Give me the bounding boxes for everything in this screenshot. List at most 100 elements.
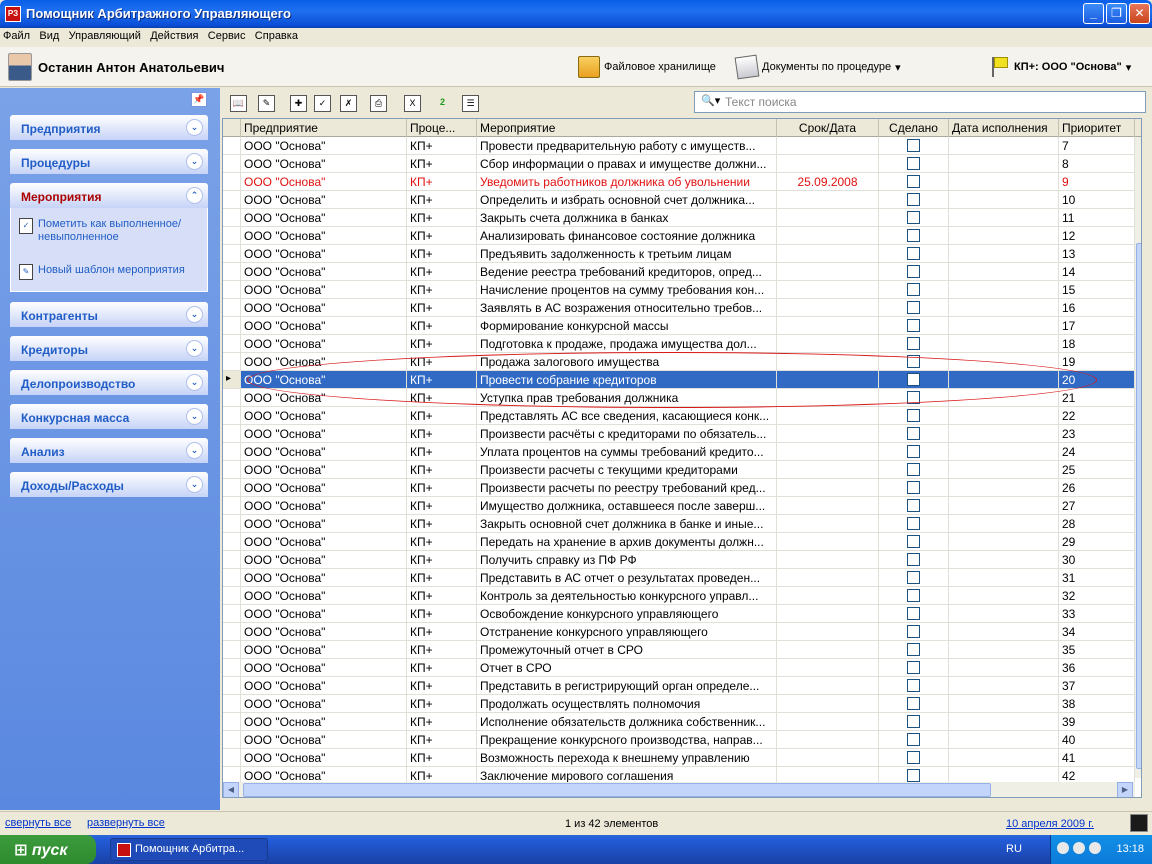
done-checkbox[interactable] (907, 607, 920, 620)
row-indicator[interactable] (223, 605, 241, 623)
scroll-right-icon[interactable]: ▶ (1117, 782, 1133, 797)
table-row[interactable]: ООО "Основа" КП+ Произвести расчеты по рее… (223, 479, 1141, 497)
done-checkbox[interactable] (907, 139, 920, 152)
chevron-down-icon[interactable]: ⌄ (186, 374, 203, 391)
table-row[interactable]: ООО "Основа" КП+ Подготовка к продаже, про… (223, 335, 1141, 353)
nav-group-counterparties[interactable]: Контрагенты ⌄ (10, 302, 208, 327)
menu-manager[interactable]: Управляющий (66, 28, 144, 44)
done-checkbox[interactable] (907, 319, 920, 332)
done-checkbox[interactable] (907, 175, 920, 188)
row-indicator[interactable] (223, 479, 241, 497)
nav-group-events[interactable]: Мероприятия ⌃ (10, 183, 208, 208)
table-row[interactable]: ООО "Основа" КП+ Провести предварительную … (223, 137, 1141, 155)
table-row[interactable]: ООО "Основа" КП+ Отчет в СРО 36 (223, 659, 1141, 677)
done-checkbox[interactable] (907, 535, 920, 548)
table-row[interactable]: ООО "Основа" КП+ Предъявить задолженность … (223, 245, 1141, 263)
table-row[interactable]: ООО "Основа" КП+ Уплата процентов на суммы… (223, 443, 1141, 461)
nav-group-creditors[interactable]: Кредиторы ⌄ (10, 336, 208, 361)
done-checkbox[interactable] (907, 373, 920, 386)
mark-done-link[interactable]: ✓ Пометить как выполненное/невыполненное (19, 218, 188, 244)
done-checkbox[interactable] (907, 409, 920, 422)
done-checkbox[interactable] (907, 679, 920, 692)
vertical-scrollbar[interactable] (1135, 137, 1141, 778)
row-indicator[interactable] (223, 731, 241, 749)
done-checkbox[interactable] (907, 445, 920, 458)
table-row[interactable]: ООО "Основа" КП+ Продолжать осуществлять п… (223, 695, 1141, 713)
table-row[interactable]: ООО "Основа" КП+ Представить в регистрирую… (223, 677, 1141, 695)
columns-icon[interactable]: ☰ (462, 95, 479, 112)
table-row[interactable]: ООО "Основа" КП+ Определить и избрать осно… (223, 191, 1141, 209)
row-indicator[interactable] (223, 245, 241, 263)
delete-item-icon[interactable]: ✗ (340, 95, 357, 112)
column-header-priority[interactable]: Приоритет (1059, 119, 1135, 137)
table-row[interactable]: ООО "Основа" КП+ Заявлять в АС возражения … (223, 299, 1141, 317)
row-indicator[interactable] (223, 137, 241, 155)
chevron-down-icon[interactable]: ⌄ (186, 408, 203, 425)
chevron-down-icon[interactable]: ⌄ (186, 476, 203, 493)
table-row[interactable]: ООО "Основа" КП+ Произвести расчеты с теку… (223, 461, 1141, 479)
mark-done-icon[interactable]: ✓ (314, 95, 331, 112)
row-indicator[interactable] (223, 713, 241, 731)
row-indicator[interactable] (223, 227, 241, 245)
volume-icon[interactable] (1073, 842, 1085, 854)
taskbar-app-button[interactable]: Помощник Арбитра... (110, 838, 268, 861)
table-row[interactable]: ООО "Основа" КП+ Произвести расчёты с кред… (223, 425, 1141, 443)
file-storage-button[interactable]: Файловое хранилище (578, 55, 716, 79)
table-row[interactable]: ООО "Основа" КП+ Анализировать финансовое … (223, 227, 1141, 245)
done-checkbox[interactable] (907, 301, 920, 314)
row-indicator[interactable] (223, 335, 241, 353)
row-indicator[interactable] (223, 515, 241, 533)
column-header-procedure[interactable]: Проце... (407, 119, 477, 137)
nav-group-records[interactable]: Делопроизводство ⌄ (10, 370, 208, 395)
table-row[interactable]: ООО "Основа" КП+ Получить справку из ПФ РФ… (223, 551, 1141, 569)
security-icon[interactable] (1089, 842, 1101, 854)
collapse-all-link[interactable]: свернуть все (5, 817, 71, 829)
nav-group-estate[interactable]: Конкурсная масса ⌄ (10, 404, 208, 429)
row-indicator[interactable] (223, 209, 241, 227)
done-checkbox[interactable] (907, 697, 920, 710)
done-checkbox[interactable] (907, 499, 920, 512)
row-indicator[interactable] (223, 389, 241, 407)
row-indicator[interactable] (223, 461, 241, 479)
row-indicator[interactable] (223, 587, 241, 605)
column-header-completion-date[interactable]: Дата исполнения (949, 119, 1059, 137)
done-checkbox[interactable] (907, 391, 920, 404)
edit-document-icon[interactable]: ✎ (258, 95, 275, 112)
done-checkbox[interactable] (907, 247, 920, 260)
search-icon[interactable]: 🔍▾ (701, 94, 720, 107)
done-checkbox[interactable] (907, 211, 920, 224)
table-row[interactable]: ООО "Основа" КП+ Имущество должника, остав… (223, 497, 1141, 515)
row-indicator[interactable] (223, 155, 241, 173)
refresh-icon[interactable]: 2 (434, 95, 451, 112)
menu-help[interactable]: Справка (252, 28, 301, 44)
row-indicator[interactable] (223, 695, 241, 713)
new-template-link[interactable]: ✎ Новый шаблон мероприятия (19, 264, 185, 280)
current-date[interactable]: 10 апреля 2009 г. (1006, 818, 1094, 830)
column-header-event[interactable]: Мероприятие (477, 119, 777, 137)
row-indicator[interactable] (223, 569, 241, 587)
table-row[interactable]: ООО "Основа" КП+ Представить в АС отчет о … (223, 569, 1141, 587)
done-checkbox[interactable] (907, 265, 920, 278)
row-indicator[interactable] (223, 677, 241, 695)
row-indicator[interactable] (223, 173, 241, 191)
table-row[interactable]: ООО "Основа" КП+ Отстранение конкурсного у… (223, 623, 1141, 641)
done-checkbox[interactable] (907, 589, 920, 602)
documents-button[interactable]: Документы по процедуре ▾ (734, 54, 901, 80)
open-book-icon[interactable]: 📖 (230, 95, 247, 112)
done-checkbox[interactable] (907, 229, 920, 242)
table-row[interactable]: ООО "Основа" КП+ Продажа залогового имущес… (223, 353, 1141, 371)
done-checkbox[interactable] (907, 661, 920, 674)
horizontal-scroll-thumb[interactable] (243, 783, 991, 797)
table-row[interactable]: ООО "Основа" КП+ Уведомить работников долж… (223, 173, 1141, 191)
print-icon[interactable]: ⎙ (370, 95, 387, 112)
nav-group-analysis[interactable]: Анализ ⌄ (10, 438, 208, 463)
chevron-down-icon[interactable]: ⌄ (186, 119, 203, 136)
table-row[interactable]: ООО "Основа" КП+ Исполнение обязательств д… (223, 713, 1141, 731)
done-checkbox[interactable] (907, 157, 920, 170)
done-checkbox[interactable] (907, 337, 920, 350)
done-checkbox[interactable] (907, 571, 920, 584)
done-checkbox[interactable] (907, 715, 920, 728)
maximize-button[interactable]: ❐ (1106, 3, 1127, 24)
chevron-down-icon[interactable]: ⌄ (186, 340, 203, 357)
close-button[interactable]: ✕ (1129, 3, 1150, 24)
